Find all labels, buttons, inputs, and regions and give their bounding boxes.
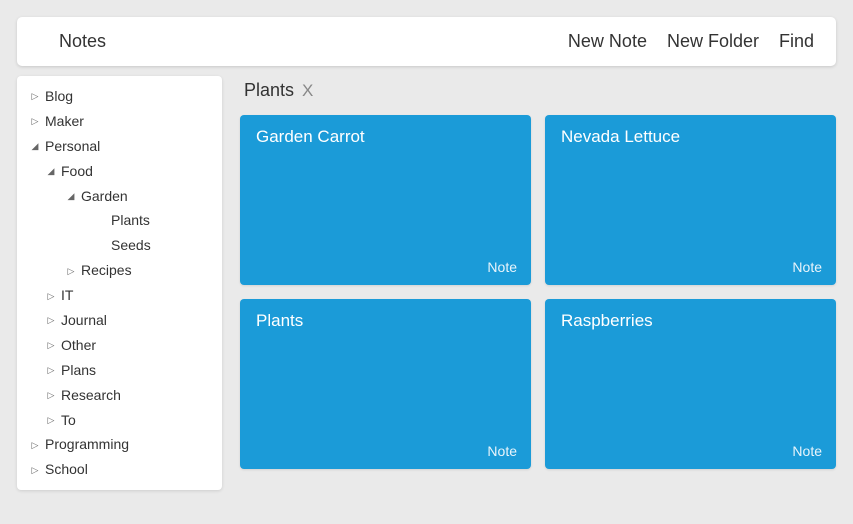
chevron-right-icon[interactable]: ▷ <box>29 115 41 127</box>
tree-label: IT <box>61 286 214 305</box>
main: Plants X Garden Carrot Note Nevada Lettu… <box>240 76 836 490</box>
tree-item-food[interactable]: ◢ Food <box>21 159 218 184</box>
tree-item-plants[interactable]: Plants <box>21 208 218 233</box>
card-type-label: Note <box>792 259 822 275</box>
topbar: Notes New Note New Folder Find <box>17 17 836 66</box>
chevron-right-icon[interactable]: ▷ <box>45 290 57 302</box>
tree-item-garden[interactable]: ◢ Garden <box>21 184 218 209</box>
tree-item-plans[interactable]: ▷ Plans <box>21 358 218 383</box>
tree-label: Plans <box>61 361 214 380</box>
close-icon[interactable]: X <box>302 81 313 101</box>
chevron-right-icon[interactable]: ▷ <box>45 414 57 426</box>
tree-label: Maker <box>45 112 214 131</box>
chevron-right-icon[interactable]: ▷ <box>45 389 57 401</box>
tree-item-research[interactable]: ▷ Research <box>21 383 218 408</box>
card-type-label: Note <box>487 443 517 459</box>
tree-item-personal[interactable]: ◢ Personal <box>21 134 218 159</box>
tree-label: Programming <box>45 435 214 454</box>
chevron-right-icon[interactable]: ▷ <box>45 364 57 376</box>
tree-item-recipes[interactable]: ▷ Recipes <box>21 258 218 283</box>
tree-label: Seeds <box>111 236 214 255</box>
card-type-label: Note <box>487 259 517 275</box>
breadcrumb-title: Plants <box>244 80 294 101</box>
cards-grid: Garden Carrot Note Nevada Lettuce Note P… <box>240 115 836 469</box>
app-title: Notes <box>39 31 106 52</box>
chevron-down-icon[interactable]: ◢ <box>45 165 57 177</box>
card-title: Plants <box>256 311 515 331</box>
tree-item-blog[interactable]: ▷ Blog <box>21 84 218 109</box>
note-card[interactable]: Plants Note <box>240 299 531 469</box>
tree-label: Research <box>61 386 214 405</box>
chevron-right-icon[interactable]: ▷ <box>29 464 41 476</box>
note-card[interactable]: Nevada Lettuce Note <box>545 115 836 285</box>
tree-item-maker[interactable]: ▷ Maker <box>21 109 218 134</box>
tree-item-school[interactable]: ▷ School <box>21 457 218 482</box>
tree-item-to[interactable]: ▷ To <box>21 408 218 433</box>
chevron-right-icon[interactable]: ▷ <box>65 265 77 277</box>
card-title: Nevada Lettuce <box>561 127 820 147</box>
card-title: Garden Carrot <box>256 127 515 147</box>
tree-label: Recipes <box>81 261 214 280</box>
tree-item-it[interactable]: ▷ IT <box>21 283 218 308</box>
tree-label: Journal <box>61 311 214 330</box>
chevron-down-icon[interactable]: ◢ <box>65 190 77 202</box>
note-card[interactable]: Garden Carrot Note <box>240 115 531 285</box>
tree-item-other[interactable]: ▷ Other <box>21 333 218 358</box>
tree-label: Other <box>61 336 214 355</box>
chevron-right-icon[interactable]: ▷ <box>29 439 41 451</box>
sidebar: ▷ Blog ▷ Maker ◢ Personal ◢ Food ◢ Garde… <box>17 76 222 490</box>
tree-label: Blog <box>45 87 214 106</box>
tree-item-journal[interactable]: ▷ Journal <box>21 308 218 333</box>
card-title: Raspberries <box>561 311 820 331</box>
note-card[interactable]: Raspberries Note <box>545 299 836 469</box>
top-actions: New Note New Folder Find <box>568 31 814 52</box>
chevron-right-icon[interactable]: ▷ <box>45 339 57 351</box>
tree-label: Plants <box>111 211 214 230</box>
tree-label: Food <box>61 162 214 181</box>
tree-item-seeds[interactable]: Seeds <box>21 233 218 258</box>
content: ▷ Blog ▷ Maker ◢ Personal ◢ Food ◢ Garde… <box>0 66 853 490</box>
new-note-button[interactable]: New Note <box>568 31 647 52</box>
tree-item-programming[interactable]: ▷ Programming <box>21 432 218 457</box>
find-button[interactable]: Find <box>779 31 814 52</box>
breadcrumb: Plants X <box>240 76 836 115</box>
new-folder-button[interactable]: New Folder <box>667 31 759 52</box>
tree-label: School <box>45 460 214 479</box>
chevron-down-icon[interactable]: ◢ <box>29 140 41 152</box>
tree-label: To <box>61 411 214 430</box>
chevron-right-icon[interactable]: ▷ <box>45 314 57 326</box>
tree-label: Garden <box>81 187 214 206</box>
tree-label: Personal <box>45 137 214 156</box>
chevron-right-icon[interactable]: ▷ <box>29 90 41 102</box>
card-type-label: Note <box>792 443 822 459</box>
